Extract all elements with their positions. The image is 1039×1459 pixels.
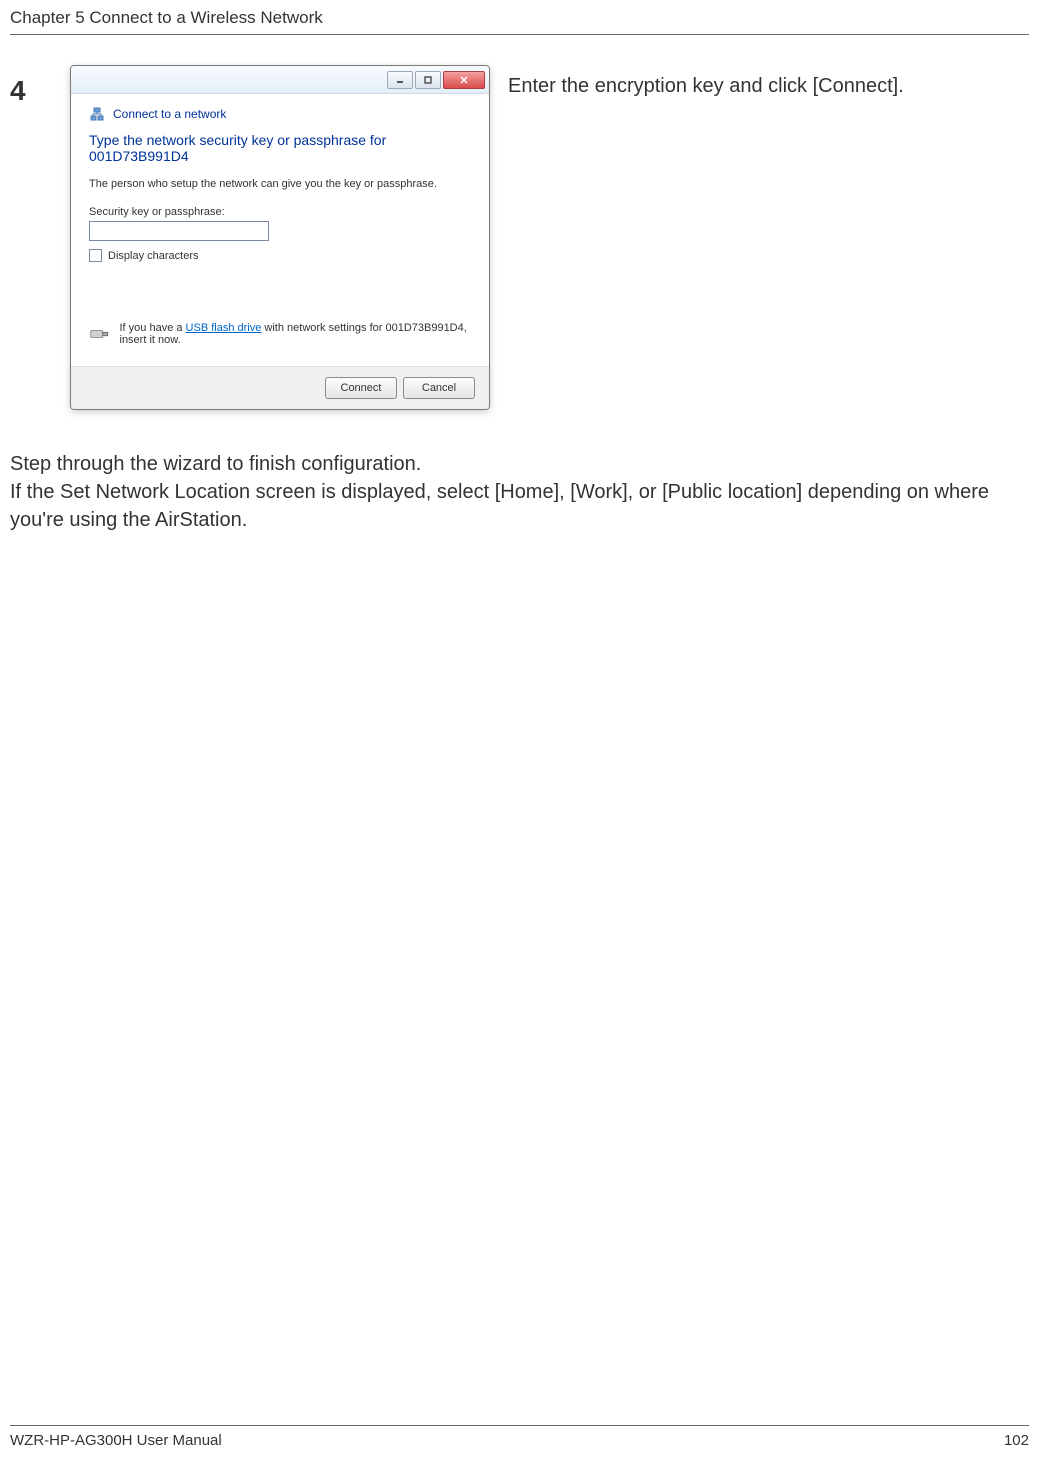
display-characters-label: Display characters (108, 250, 198, 262)
step-number: 4 (10, 65, 60, 107)
usb-flash-drive-link[interactable]: USB flash drive (186, 322, 262, 334)
usb-hint-row: If you have a USB flash drive with netwo… (89, 322, 471, 346)
page-number: 102 (1004, 1432, 1029, 1449)
dialog-screenshot: Connect to a network Type the network se… (70, 65, 490, 410)
body-text: Step through the wizard to finish config… (10, 450, 1029, 534)
minimize-icon (396, 76, 404, 84)
main-content: 4 (0, 35, 1039, 534)
dialog-body: Connect to a network Type the network se… (71, 94, 489, 366)
dialog-title: Connect to a network (113, 107, 226, 121)
usb-prefix: If you have a (120, 322, 186, 334)
display-characters-checkbox[interactable] (89, 249, 102, 262)
usb-hint-text: If you have a USB flash drive with netwo… (120, 322, 472, 346)
maximize-icon (424, 76, 432, 84)
close-icon (460, 76, 468, 84)
page-footer: WZR-HP-AG300H User Manual 102 (10, 1425, 1029, 1449)
security-key-input[interactable] (89, 221, 269, 241)
dialog-subtext: The person who setup the network can giv… (89, 178, 471, 190)
display-characters-row: Display characters (89, 249, 471, 262)
connect-network-dialog: Connect to a network Type the network se… (70, 65, 490, 410)
security-key-label: Security key or passphrase: (89, 206, 471, 218)
close-button[interactable] (443, 71, 485, 89)
page-header: Chapter 5 Connect to a Wireless Network (10, 0, 1029, 35)
dialog-title-row: Connect to a network (89, 106, 471, 122)
step-instruction: Enter the encryption key and click [Conn… (500, 65, 1029, 98)
maximize-button[interactable] (415, 71, 441, 89)
cancel-button[interactable]: Cancel (403, 377, 475, 399)
window-titlebar (71, 66, 489, 94)
body-line-2: If the Set Network Location screen is di… (10, 478, 1029, 534)
step-row: 4 (10, 65, 1029, 410)
minimize-button[interactable] (387, 71, 413, 89)
body-line-1: Step through the wizard to finish config… (10, 450, 1029, 478)
usb-drive-icon (89, 326, 110, 342)
network-icon (89, 106, 105, 122)
manual-name: WZR-HP-AG300H User Manual (10, 1432, 222, 1449)
connect-button[interactable]: Connect (325, 377, 397, 399)
dialog-heading: Type the network security key or passphr… (89, 132, 471, 164)
dialog-footer: Connect Cancel (71, 366, 489, 409)
chapter-title: Chapter 5 Connect to a Wireless Network (10, 8, 1029, 28)
